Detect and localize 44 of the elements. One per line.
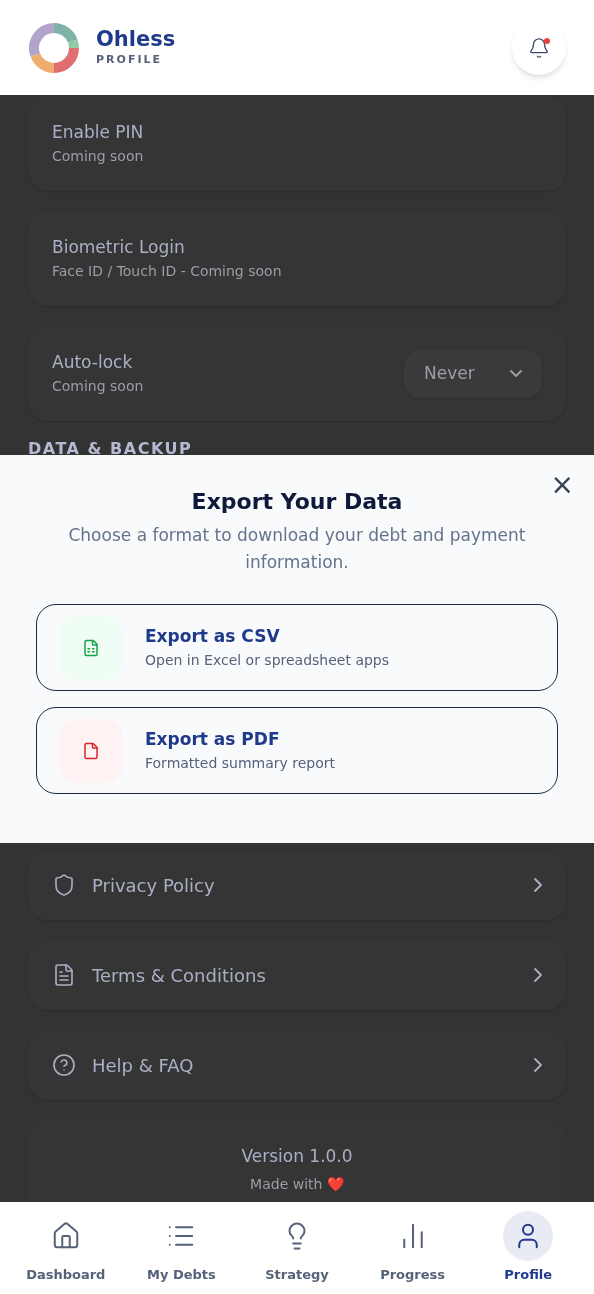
setting-subtitle: Face ID / Touch ID - Coming soon [52, 261, 282, 281]
bell-icon [528, 36, 550, 59]
link-row[interactable]: Privacy Policy [28, 850, 566, 920]
chevron-right-icon [534, 878, 542, 892]
file-icon [59, 718, 123, 783]
close-button[interactable]: × [550, 471, 574, 499]
link-row[interactable]: Help & FAQ [28, 1030, 566, 1100]
logo-icon [28, 21, 80, 74]
nav-tab[interactable]: Profile [478, 1211, 579, 1285]
document-icon [52, 963, 76, 987]
setting-subtitle: Coming soon [52, 376, 144, 396]
chevron-right-icon [534, 968, 542, 982]
export-option[interactable]: Export as PDF Formatted summary report [36, 707, 558, 794]
notifications-button[interactable] [512, 20, 566, 75]
setting-subtitle: Coming soon [52, 146, 144, 166]
section-heading: DATA & BACKUP [28, 438, 194, 455]
option-title: Export as CSV [145, 625, 281, 649]
chevron-down-icon [510, 370, 522, 377]
option-subtitle: Formatted summary report [145, 753, 336, 773]
option-title: Export as PDF [145, 728, 281, 752]
setting-title: Auto-lock [52, 351, 134, 375]
made-with-text: Made with ❤ [250, 1174, 344, 1194]
shield-icon [52, 873, 76, 897]
link-label: Privacy Policy [92, 873, 215, 898]
auto-lock-select[interactable]: Never [404, 349, 542, 398]
dialog-description: Choose a format to download your debt and payment information. [67, 524, 527, 574]
help-icon [52, 1053, 76, 1077]
nav-tab[interactable]: Strategy [247, 1211, 347, 1285]
link-row[interactable]: Terms & Conditions [28, 940, 566, 1010]
nav-tab[interactable]: My Debts [131, 1211, 232, 1285]
dialog-title: Export Your Data [191, 488, 403, 516]
spreadsheet-icon [59, 615, 123, 680]
option-subtitle: Open in Excel or spreadsheet apps [145, 650, 390, 670]
version-text: Version 1.0.0 [241, 1145, 353, 1168]
setting-title: Biometric Login [52, 236, 186, 260]
link-label: Terms & Conditions [92, 963, 266, 988]
nav-tab[interactable]: Progress [362, 1211, 463, 1285]
chevron-right-icon [534, 1058, 542, 1072]
setting-title: Enable PIN [52, 121, 144, 145]
export-option[interactable]: Export as CSV Open in Excel or spreadsheet apps [36, 604, 558, 691]
app-name: Ohless [96, 26, 176, 53]
link-label: Help & FAQ [92, 1053, 194, 1078]
page-label: PROFILE [96, 52, 163, 69]
nav-tab[interactable]: Dashboard [15, 1211, 116, 1285]
